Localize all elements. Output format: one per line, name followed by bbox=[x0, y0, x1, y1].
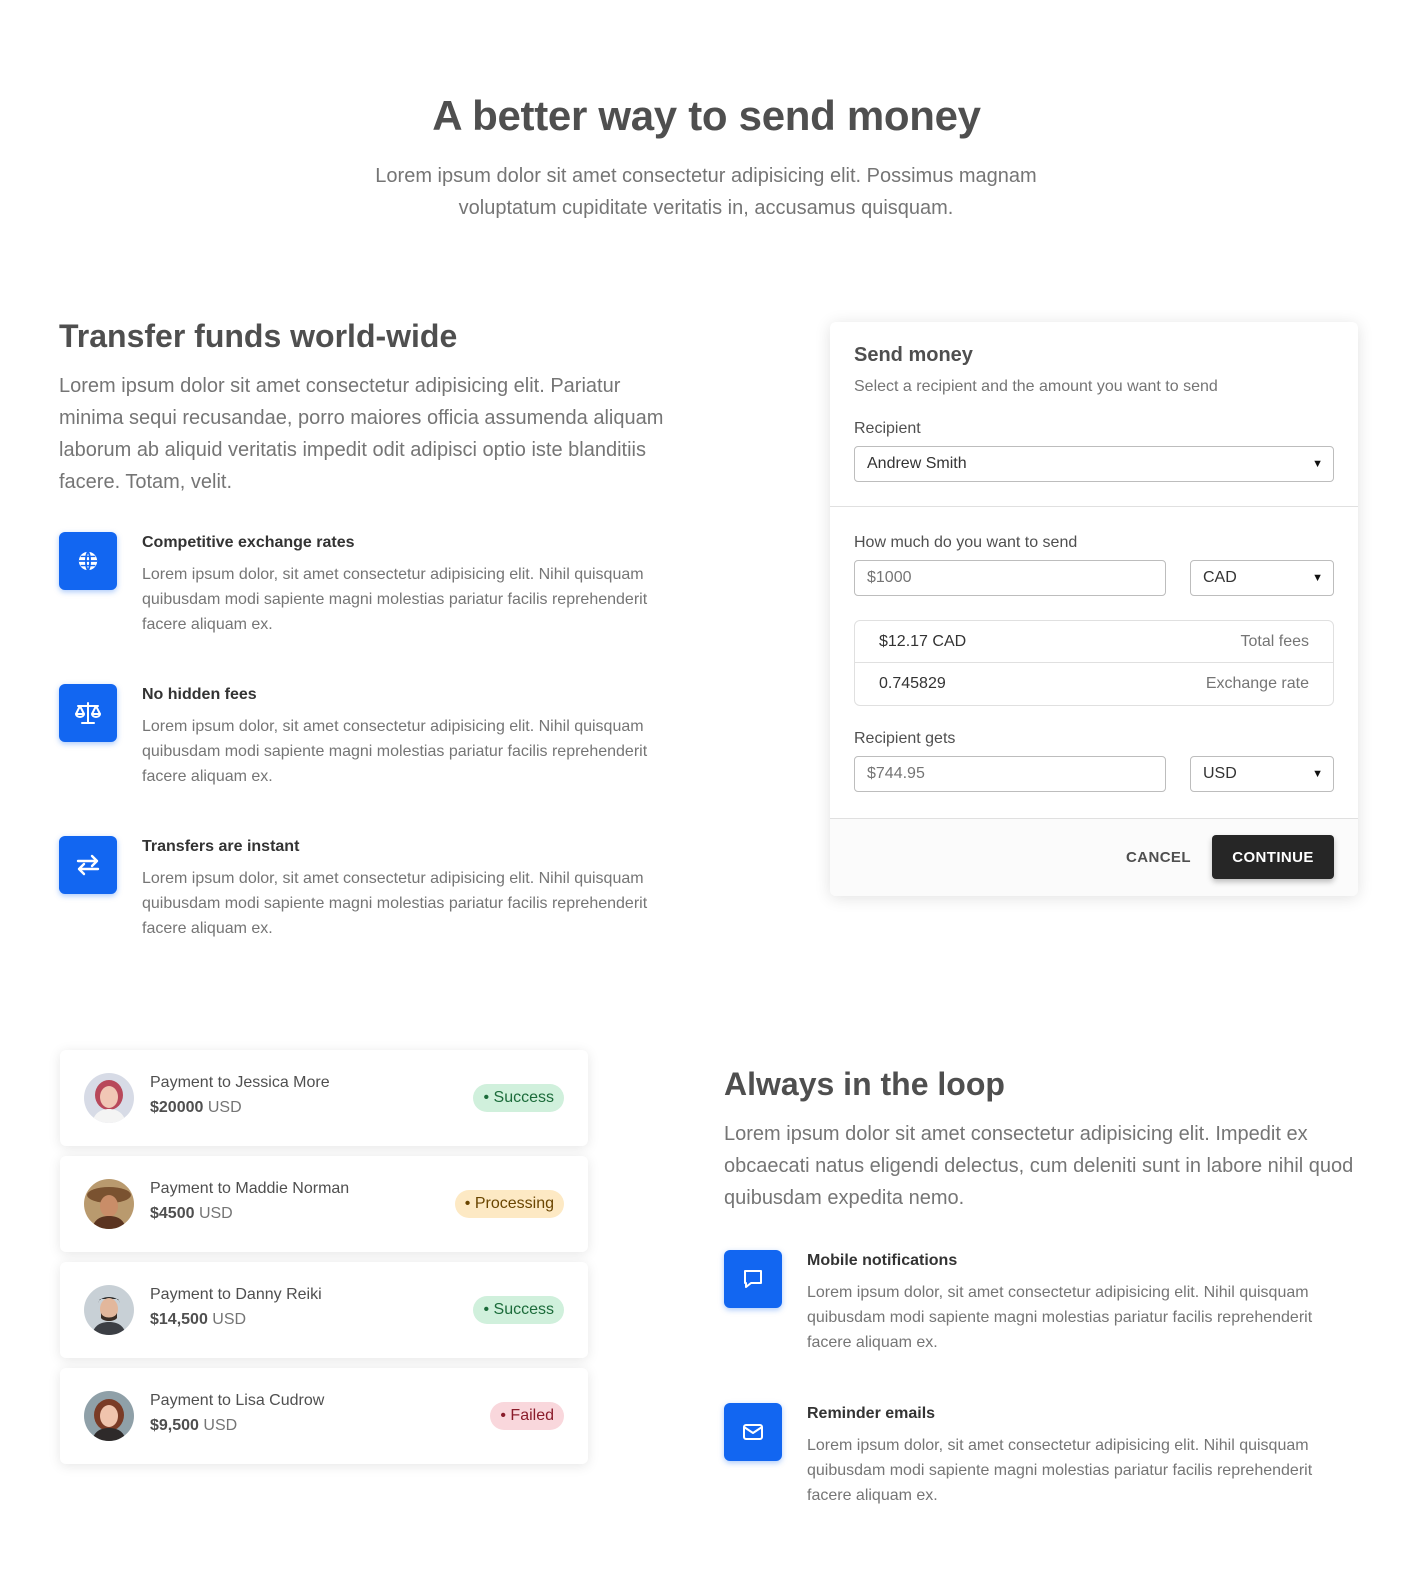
recipient-currency-value: USD bbox=[1203, 765, 1237, 782]
chevron-down-icon: ▼ bbox=[1312, 572, 1323, 584]
feature-no-hidden-fees: No hidden fees Lorem ipsum dolor, sit am… bbox=[59, 684, 679, 794]
total-fees-row: $12.17 CAD Total fees bbox=[855, 621, 1333, 663]
card-footer: CANCEL CONTINUE bbox=[830, 818, 1358, 896]
payment-item[interactable]: Payment to Jessica More $20000 USD • Suc… bbox=[60, 1050, 588, 1146]
payment-item[interactable]: Payment to Maddie Norman $4500 USD • Pro… bbox=[60, 1156, 588, 1252]
recipient-label: Recipient bbox=[854, 420, 921, 437]
transfer-text: Lorem ipsum dolor sit amet consectetur a… bbox=[59, 375, 664, 493]
total-fees-value: $12.17 CAD bbox=[879, 632, 967, 650]
feature-text: Lorem ipsum dolor, sit amet consectetur … bbox=[142, 718, 648, 785]
transfer-title: Transfer funds world-wide bbox=[59, 318, 458, 354]
hero-title: A better way to send money bbox=[432, 92, 981, 139]
continue-button[interactable]: CONTINUE bbox=[1212, 835, 1334, 879]
payment-amount: $14,500 USD bbox=[150, 1311, 246, 1329]
avatar bbox=[84, 1391, 134, 1441]
amount-currency: USD bbox=[207, 1099, 242, 1116]
feature-title: Reminder emails bbox=[807, 1405, 936, 1422]
fees-info-box: $12.17 CAD Total fees 0.745829 Exchange … bbox=[854, 620, 1334, 706]
exchange-arrows-icon bbox=[59, 836, 117, 894]
amount-input[interactable]: $1000 bbox=[854, 560, 1166, 596]
loop-title: Always in the loop bbox=[724, 1066, 1005, 1102]
feature-title: Competitive exchange rates bbox=[142, 534, 355, 551]
feature-text: Lorem ipsum dolor, sit amet consectetur … bbox=[142, 870, 648, 937]
avatar bbox=[84, 1073, 134, 1123]
loop-text: Lorem ipsum dolor sit amet consectetur a… bbox=[724, 1123, 1354, 1209]
status-badge: • Success bbox=[473, 1084, 564, 1112]
feature-mobile-notifications: Mobile notifications Lorem ipsum dolor, … bbox=[724, 1250, 1344, 1360]
payment-amount: $9,500 USD bbox=[150, 1417, 237, 1435]
cancel-button[interactable]: CANCEL bbox=[1126, 849, 1191, 866]
feature-title: Mobile notifications bbox=[807, 1252, 958, 1269]
recipient-value: Andrew Smith bbox=[867, 455, 967, 472]
feature-exchange-rates: Competitive exchange rates Lorem ipsum d… bbox=[59, 532, 679, 642]
status-badge: • Processing bbox=[454, 1190, 564, 1218]
payment-title: Payment to Maddie Norman bbox=[150, 1180, 350, 1197]
amount-currency: USD bbox=[203, 1417, 238, 1434]
amount-currency-select[interactable]: CAD ▼ bbox=[1190, 560, 1334, 596]
payment-amount: $20000 USD bbox=[150, 1099, 242, 1117]
scale-icon bbox=[59, 684, 117, 742]
recipient-gets-label: Recipient gets bbox=[854, 730, 956, 747]
amount-value: $14,500 bbox=[150, 1311, 208, 1328]
feature-instant-transfers: Transfers are instant Lorem ipsum dolor,… bbox=[59, 836, 679, 946]
amount-currency: USD bbox=[198, 1205, 233, 1222]
feature-text: Lorem ipsum dolor, sit amet consectetur … bbox=[807, 1437, 1313, 1504]
recipient-gets-placeholder: $744.95 bbox=[867, 765, 925, 782]
feature-title: No hidden fees bbox=[142, 686, 257, 703]
feature-text: Lorem ipsum dolor, sit amet consectetur … bbox=[142, 566, 648, 633]
avatar bbox=[84, 1179, 134, 1229]
exchange-rate-row: 0.745829 Exchange rate bbox=[855, 663, 1333, 705]
amount-value: $9,500 bbox=[150, 1417, 199, 1434]
amount-currency-value: CAD bbox=[1203, 569, 1237, 586]
payment-title: Payment to Lisa Cudrow bbox=[150, 1392, 325, 1409]
status-badge: • Failed bbox=[490, 1402, 564, 1430]
globe-icon bbox=[59, 532, 117, 590]
recipient-currency-select[interactable]: USD ▼ bbox=[1190, 756, 1334, 792]
message-icon bbox=[724, 1250, 782, 1308]
avatar bbox=[84, 1285, 134, 1335]
send-money-card: Send money Select a recipient and the am… bbox=[830, 322, 1358, 896]
divider bbox=[830, 506, 1358, 507]
payment-title: Payment to Danny Reiki bbox=[150, 1286, 322, 1303]
feature-text: Lorem ipsum dolor, sit amet consectetur … bbox=[807, 1284, 1313, 1351]
status-badge: • Success bbox=[473, 1296, 564, 1324]
amount-label: How much do you want to send bbox=[854, 534, 1078, 551]
card-title: Send money bbox=[854, 344, 973, 366]
envelope-icon bbox=[724, 1403, 782, 1461]
amount-value: $20000 bbox=[150, 1099, 204, 1116]
recipient-gets-input[interactable]: $744.95 bbox=[854, 756, 1166, 792]
amount-placeholder: $1000 bbox=[867, 569, 912, 586]
payment-amount: $4500 USD bbox=[150, 1205, 233, 1223]
chevron-down-icon: ▼ bbox=[1312, 768, 1323, 780]
payment-title: Payment to Jessica More bbox=[150, 1074, 330, 1091]
total-fees-label: Total fees bbox=[1240, 632, 1309, 650]
card-subtitle: Select a recipient and the amount you wa… bbox=[854, 378, 1218, 395]
recipient-select[interactable]: Andrew Smith ▼ bbox=[854, 446, 1334, 482]
feature-title: Transfers are instant bbox=[142, 838, 300, 855]
amount-value: $4500 bbox=[150, 1205, 195, 1222]
amount-currency: USD bbox=[212, 1311, 247, 1328]
exchange-rate-value: 0.745829 bbox=[879, 675, 946, 692]
payment-item[interactable]: Payment to Danny Reiki $14,500 USD • Suc… bbox=[60, 1262, 588, 1358]
feature-reminder-emails: Reminder emails Lorem ipsum dolor, sit a… bbox=[724, 1403, 1344, 1513]
chevron-down-icon: ▼ bbox=[1312, 458, 1323, 470]
exchange-rate-label: Exchange rate bbox=[1205, 675, 1309, 692]
hero-subtitle: Lorem ipsum dolor sit amet consectetur a… bbox=[375, 165, 1037, 219]
payment-item[interactable]: Payment to Lisa Cudrow $9,500 USD • Fail… bbox=[60, 1368, 588, 1464]
